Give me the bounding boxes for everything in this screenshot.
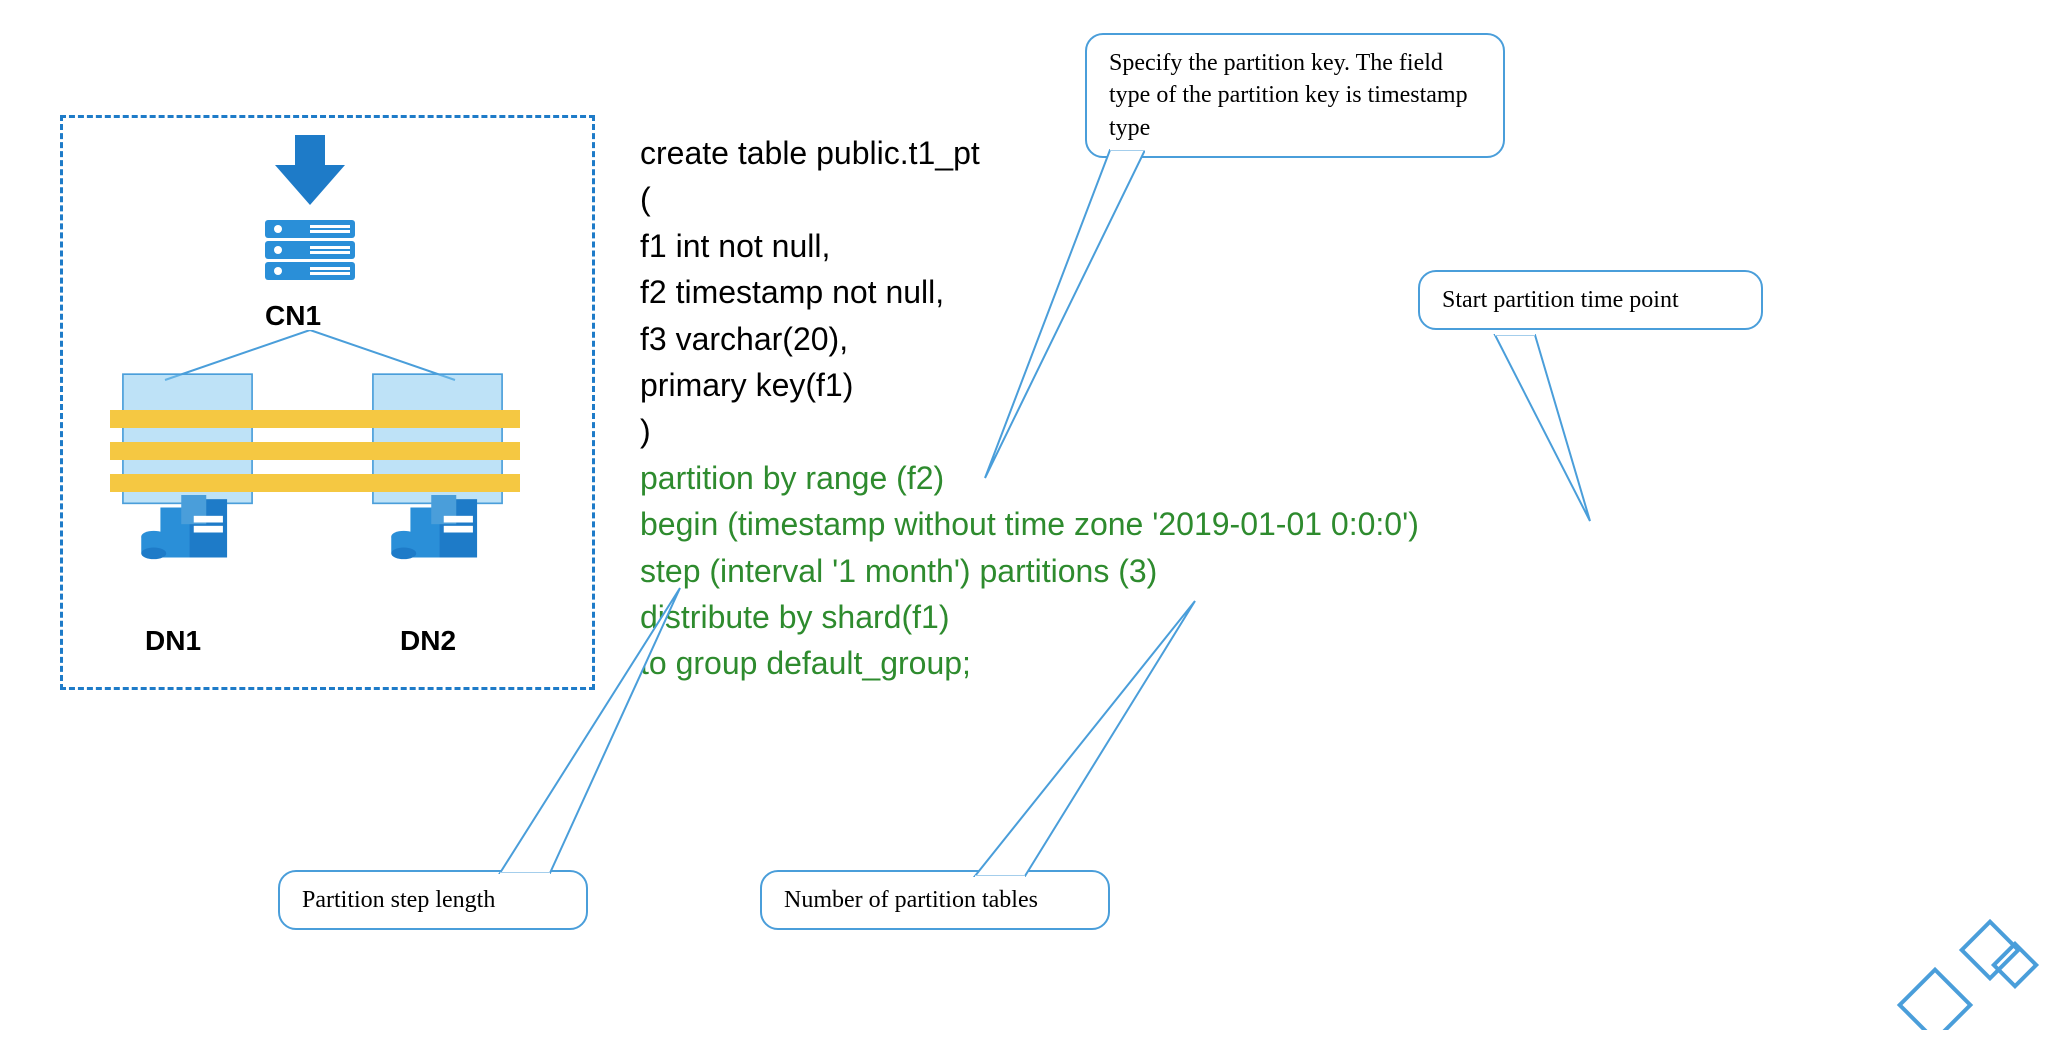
decoration-icon — [1870, 910, 2050, 1030]
callout-tail-icon — [1435, 333, 1615, 533]
callout-step-length: Partition step length — [278, 870, 588, 930]
code-line-begin: begin (timestamp without time zone '2019… — [640, 501, 1419, 547]
code-line-step: step (interval '1 month') partitions (3) — [640, 548, 1419, 594]
callout-text: Start partition time point — [1442, 287, 1679, 313]
dn1-label: DN1 — [145, 625, 201, 657]
callout-text: Partition step length — [302, 887, 495, 913]
down-arrow-icon — [270, 130, 350, 210]
callout-tail-icon — [415, 585, 695, 875]
data-bars — [110, 400, 520, 520]
cn-server-icon — [260, 215, 360, 285]
callout-text: Specify the partition key. The field typ… — [1109, 50, 1468, 141]
callout-partition-key: Specify the partition key. The field typ… — [1085, 33, 1505, 158]
callout-start-time: Start partition time point — [1418, 270, 1763, 330]
callout-tail-icon — [945, 148, 1145, 488]
callout-tail-icon — [860, 598, 1210, 878]
callout-text: Number of partition tables — [784, 887, 1038, 913]
cn-label: CN1 — [265, 300, 321, 332]
callout-num-tables: Number of partition tables — [760, 870, 1110, 930]
